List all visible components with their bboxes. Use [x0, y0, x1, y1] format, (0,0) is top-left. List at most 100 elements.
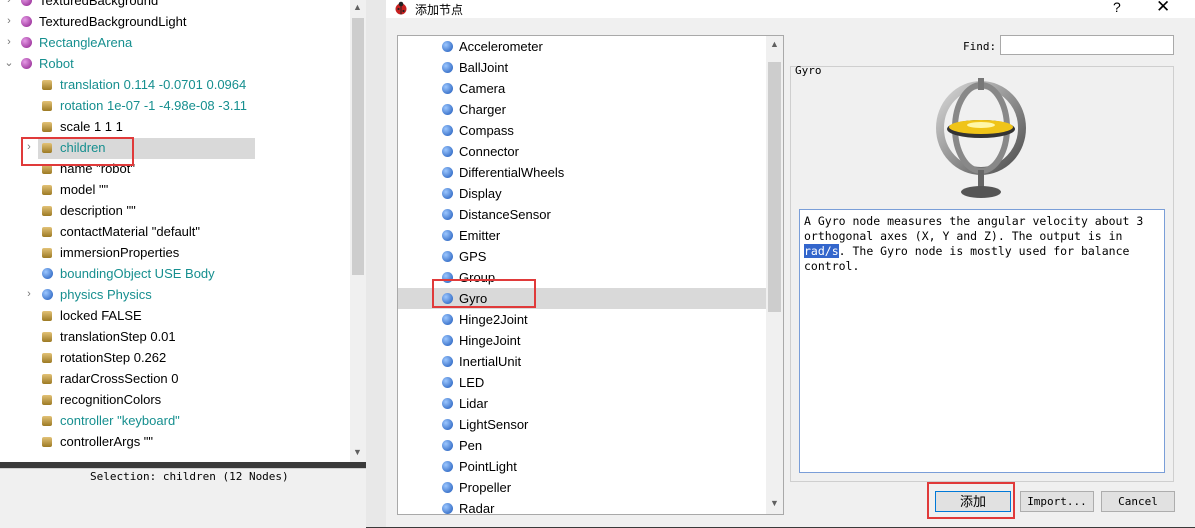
tree-row[interactable]: rotationStep 0.262: [0, 347, 350, 368]
tree-row-label: locked FALSE: [60, 308, 142, 323]
tree-row-label: recognitionColors: [60, 392, 162, 407]
import-button[interactable]: Import...: [1020, 491, 1094, 512]
add-node-dialog: 添加节点 ? ✕ Accelerometer BallJoint Camera Cha…: [386, 0, 1195, 527]
field-icon: [42, 185, 52, 195]
node-list-item-label: HingeJoint: [459, 333, 521, 348]
node-list-item[interactable]: Lidar: [398, 393, 766, 414]
tree-row-label: translationStep 0.01: [60, 329, 176, 344]
node-list-item[interactable]: Radar: [398, 498, 766, 515]
node-list-item[interactable]: Accelerometer: [398, 36, 766, 57]
description-text-end: . The Gyro node is mostly used for balan…: [804, 244, 1130, 273]
tree-row[interactable]: translationStep 0.01: [0, 326, 350, 347]
node-list-item-label: Emitter: [459, 228, 501, 243]
help-button[interactable]: ?: [1113, 0, 1121, 15]
blue-node-icon: [442, 230, 453, 241]
expand-icon[interactable]: ›: [4, 0, 14, 11]
node-list-item[interactable]: Emitter: [398, 225, 766, 246]
selection-status: Selection: children (12 Nodes): [90, 470, 289, 483]
tree-row[interactable]: immersionProperties: [0, 242, 350, 263]
blue-node-icon: [442, 209, 453, 220]
tree-row[interactable]: rotation 1e-07 -1 -4.98e-08 -3.11: [0, 95, 350, 116]
tree-row[interactable]: controllerArgs "": [0, 431, 350, 452]
splitter-handle[interactable]: [366, 0, 386, 527]
tree-row[interactable]: contactMaterial "default": [0, 221, 350, 242]
purple-node-icon: [21, 0, 32, 6]
node-list-scrollbar[interactable]: ▲ ▼: [766, 36, 783, 514]
node-list-item[interactable]: BallJoint: [398, 57, 766, 78]
node-list-item[interactable]: DifferentialWheels: [398, 162, 766, 183]
node-list-item[interactable]: LightSensor: [398, 414, 766, 435]
collapse-icon[interactable]: ⌄: [4, 53, 14, 74]
node-list-item-label: LED: [459, 375, 485, 390]
node-list-item[interactable]: Charger: [398, 99, 766, 120]
node-list-item[interactable]: Display: [398, 183, 766, 204]
field-icon: [42, 416, 52, 426]
tree-row[interactable]: controller "keyboard": [0, 410, 350, 431]
tree-row[interactable]: › physics Physics: [0, 284, 350, 305]
description-highlight: rad/s: [804, 244, 839, 258]
node-list-item[interactable]: Hinge2Joint: [398, 309, 766, 330]
tree-row[interactable]: recognitionColors: [0, 389, 350, 410]
tree-scrollbar[interactable]: ▲ ▼: [350, 0, 366, 462]
node-description[interactable]: A Gyro node measures the angular velocit…: [799, 209, 1165, 473]
cancel-button[interactable]: Cancel: [1101, 491, 1175, 512]
tree-row[interactable]: translation 0.114 -0.0701 0.0964: [0, 74, 350, 95]
blue-node-icon: [442, 251, 453, 262]
expand-icon[interactable]: ›: [4, 32, 14, 53]
tree-row[interactable]: model "": [0, 179, 350, 200]
blue-node-icon: [442, 398, 453, 409]
node-list-item-label: Camera: [459, 81, 506, 96]
scroll-down-icon[interactable]: ▼: [353, 447, 362, 457]
find-label: Find:: [963, 40, 997, 53]
node-list-item-label: LightSensor: [459, 417, 529, 432]
node-list-item[interactable]: HingeJoint: [398, 330, 766, 351]
blue-node-icon: [42, 268, 53, 279]
expand-icon[interactable]: ›: [4, 11, 14, 32]
field-icon: [42, 395, 52, 405]
field-icon: [42, 80, 52, 90]
node-list-item[interactable]: GPS: [398, 246, 766, 267]
find-input[interactable]: [1000, 35, 1174, 55]
node-list-item[interactable]: LED: [398, 372, 766, 393]
scrollbar-thumb[interactable]: [352, 18, 364, 275]
tree-row-label: translation 0.114 -0.0701 0.0964: [60, 77, 247, 92]
tree-row[interactable]: › TexturedBackground: [0, 0, 350, 11]
node-list-item[interactable]: Compass: [398, 120, 766, 141]
node-list-item[interactable]: PointLight: [398, 456, 766, 477]
blue-node-icon: [442, 503, 453, 514]
blue-node-icon: [442, 419, 453, 430]
blue-node-icon: [442, 146, 453, 157]
node-list-item-label: PointLight: [459, 459, 517, 474]
node-list-item-label: Radar: [459, 501, 495, 515]
description-text: A Gyro node measures the angular velocit…: [804, 214, 1144, 243]
scroll-down-icon[interactable]: ▼: [770, 498, 779, 508]
selection-status-bar: Selection: children (12 Nodes): [0, 468, 366, 528]
field-icon: [42, 227, 52, 237]
node-list-item[interactable]: Pen: [398, 435, 766, 456]
tree-row[interactable]: › RectangleArena: [0, 32, 350, 53]
node-list: Accelerometer BallJoint Camera Charger Compa…: [397, 35, 784, 515]
scrollbar-thumb[interactable]: [768, 62, 781, 312]
close-button[interactable]: ✕: [1156, 0, 1170, 17]
tree-row-label: scale 1 1 1: [60, 119, 123, 134]
scroll-up-icon[interactable]: ▲: [770, 39, 779, 49]
blue-node-icon: [442, 356, 453, 367]
tree-row-label: contactMaterial "default": [60, 224, 201, 239]
node-list-item[interactable]: Connector: [398, 141, 766, 162]
tree-row[interactable]: boundingObject USE Body: [0, 263, 350, 284]
expand-icon[interactable]: ›: [24, 284, 34, 305]
node-list-item[interactable]: Camera: [398, 78, 766, 99]
field-icon: [42, 374, 52, 384]
scroll-up-icon[interactable]: ▲: [353, 2, 362, 12]
node-list-item[interactable]: Propeller: [398, 477, 766, 498]
tree-row[interactable]: › TexturedBackgroundLight: [0, 11, 350, 32]
blue-node-icon: [442, 41, 453, 52]
tree-row[interactable]: description "": [0, 200, 350, 221]
tree-row[interactable]: scale 1 1 1: [0, 116, 350, 137]
purple-node-icon: [21, 58, 32, 69]
tree-row[interactable]: ⌄ Robot: [0, 53, 350, 74]
tree-row[interactable]: locked FALSE: [0, 305, 350, 326]
node-list-item[interactable]: DistanceSensor: [398, 204, 766, 225]
tree-row[interactable]: radarCrossSection 0: [0, 368, 350, 389]
node-list-item[interactable]: InertialUnit: [398, 351, 766, 372]
